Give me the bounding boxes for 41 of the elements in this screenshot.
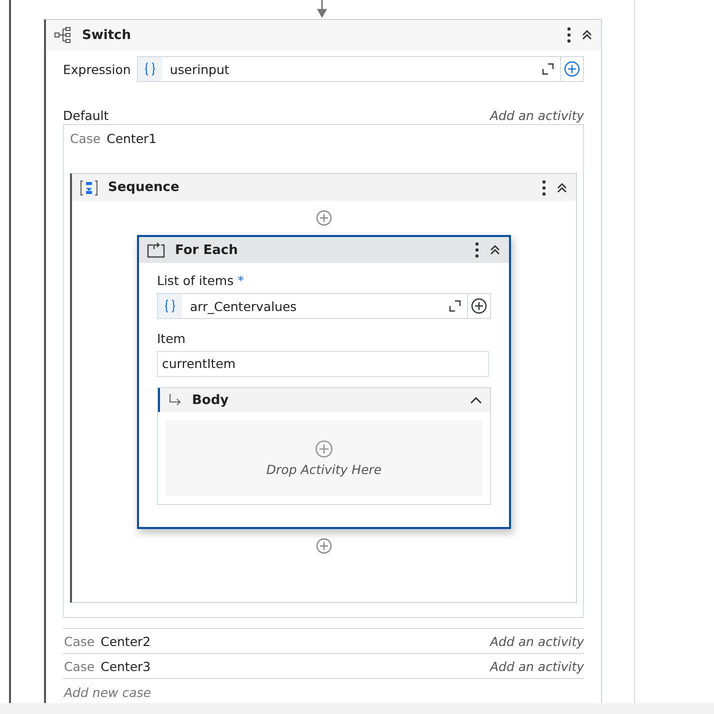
default-label: Default [63, 108, 109, 124]
braces-icon [144, 62, 156, 76]
field-label: Expression [63, 62, 131, 76]
connector-arrow [316, 0, 328, 19]
case-name[interactable]: Center1 [106, 131, 157, 146]
add-activity-link[interactable]: Add an activity [490, 658, 584, 674]
more-icon[interactable] [542, 180, 546, 196]
sequence-icon [80, 180, 98, 196]
expand-icon[interactable] [449, 300, 461, 312]
for-each-activity-card[interactable]: For Each List of items * arr_Centervalues Item currentItem Body Drop Activity Here [137, 235, 511, 529]
list-of-items-field[interactable]: arr_Centervalues [157, 293, 491, 319]
collapse-icon[interactable] [489, 244, 501, 256]
case-label: Case [64, 658, 95, 674]
case-name[interactable]: Center3 [100, 658, 151, 674]
case-label: Case [64, 634, 95, 648]
more-icon[interactable] [475, 242, 479, 258]
add-activity-link[interactable]: Add an activity [490, 108, 584, 124]
activity-title: Sequence [108, 180, 180, 195]
case-name[interactable]: Center2 [100, 634, 151, 648]
add-icon[interactable] [471, 298, 487, 314]
activity-title: For Each [175, 242, 239, 258]
expression-field[interactable]: userinput [136, 56, 584, 82]
activity-title: Switch [82, 28, 132, 42]
drop-zone[interactable]: Drop Activity Here [166, 420, 482, 496]
case-label: Case [70, 131, 101, 146]
loop-icon [147, 242, 165, 258]
chevron-up-icon[interactable] [470, 396, 482, 404]
field-label: List of items * [157, 273, 245, 288]
drop-hint: Drop Activity Here [266, 462, 382, 476]
add-activity-link[interactable]: Add an activity [490, 634, 584, 648]
item-field[interactable]: currentItem [157, 351, 489, 377]
collapse-icon[interactable] [556, 182, 568, 194]
collapse-icon[interactable] [581, 29, 593, 41]
more-icon[interactable] [567, 27, 571, 43]
expand-icon[interactable] [542, 63, 554, 75]
branch-arrow-icon [168, 394, 182, 406]
field-label: Item [157, 331, 186, 346]
add-case-link[interactable]: Add new case [64, 684, 151, 700]
body-title: Body [192, 392, 230, 408]
switch-icon [54, 27, 72, 43]
braces-icon [164, 299, 176, 313]
